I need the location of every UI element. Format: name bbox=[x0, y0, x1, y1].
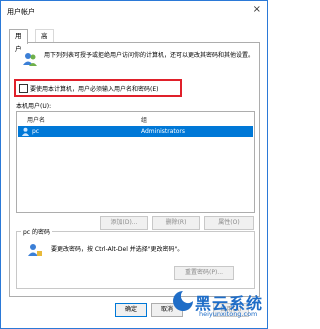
ok-button[interactable]: 确定 bbox=[115, 303, 147, 317]
users-section-label: 本机用户(U): bbox=[16, 103, 52, 110]
window-title: 用户帐户 bbox=[7, 8, 35, 16]
reset-password-button[interactable]: 重置密码(P)... bbox=[174, 266, 234, 280]
users-icon bbox=[23, 53, 37, 66]
password-instructions: 要更改密码，按 Ctrl-Alt-Del 并选择"更改密码"。 bbox=[51, 246, 184, 253]
user-key-icon bbox=[28, 244, 42, 256]
tab-users[interactable]: 用户 bbox=[9, 29, 28, 53]
password-group-title: pc 的密码 bbox=[21, 227, 53, 236]
require-password-checkbox[interactable] bbox=[19, 84, 28, 93]
table-row[interactable]: pc Administrators bbox=[18, 126, 253, 137]
close-icon[interactable]: × bbox=[253, 5, 261, 15]
column-header-group[interactable]: 组 bbox=[141, 115, 147, 124]
apply-button[interactable]: 应用(A) bbox=[213, 303, 249, 317]
tab-advanced[interactable]: 高级 bbox=[35, 29, 54, 53]
intro-text: 用下列列表可授予或拒绝用户访问你的计算机，还可以更改其密码和其他设置。 bbox=[44, 52, 255, 59]
remove-user-button[interactable]: 删除(R) bbox=[152, 216, 200, 230]
password-groupbox: pc 的密码 要更改密码，按 Ctrl-Alt-Del 并选择"更改密码"。 重… bbox=[16, 227, 255, 289]
column-header-username[interactable]: 用户名 bbox=[27, 115, 45, 124]
add-user-button[interactable]: 添加(D)... bbox=[100, 216, 148, 230]
require-password-highlight: 要使用本计算机，用户必须输入用户名和密码(E) bbox=[14, 79, 182, 97]
user-icon bbox=[21, 127, 30, 136]
user-name-cell: pc bbox=[32, 128, 40, 135]
users-table[interactable]: 用户名 组 pc Administrators bbox=[16, 111, 255, 213]
require-password-label[interactable]: 要使用本计算机，用户必须输入用户名和密码(E) bbox=[30, 84, 158, 93]
user-accounts-dialog: 用户帐户 × 用户 高级 用下列列表可授予或拒绝用户访问你的计算机，还可以更改其… bbox=[0, 0, 268, 329]
cancel-button[interactable]: 取消 bbox=[151, 303, 183, 317]
user-group-cell: Administrators bbox=[141, 128, 186, 135]
users-tab-panel: 用下列列表可授予或拒绝用户访问你的计算机，还可以更改其密码和其他设置。 要使用本… bbox=[9, 42, 260, 297]
properties-button[interactable]: 属性(O) bbox=[204, 216, 254, 230]
title-bar: 用户帐户 × bbox=[1, 1, 267, 21]
